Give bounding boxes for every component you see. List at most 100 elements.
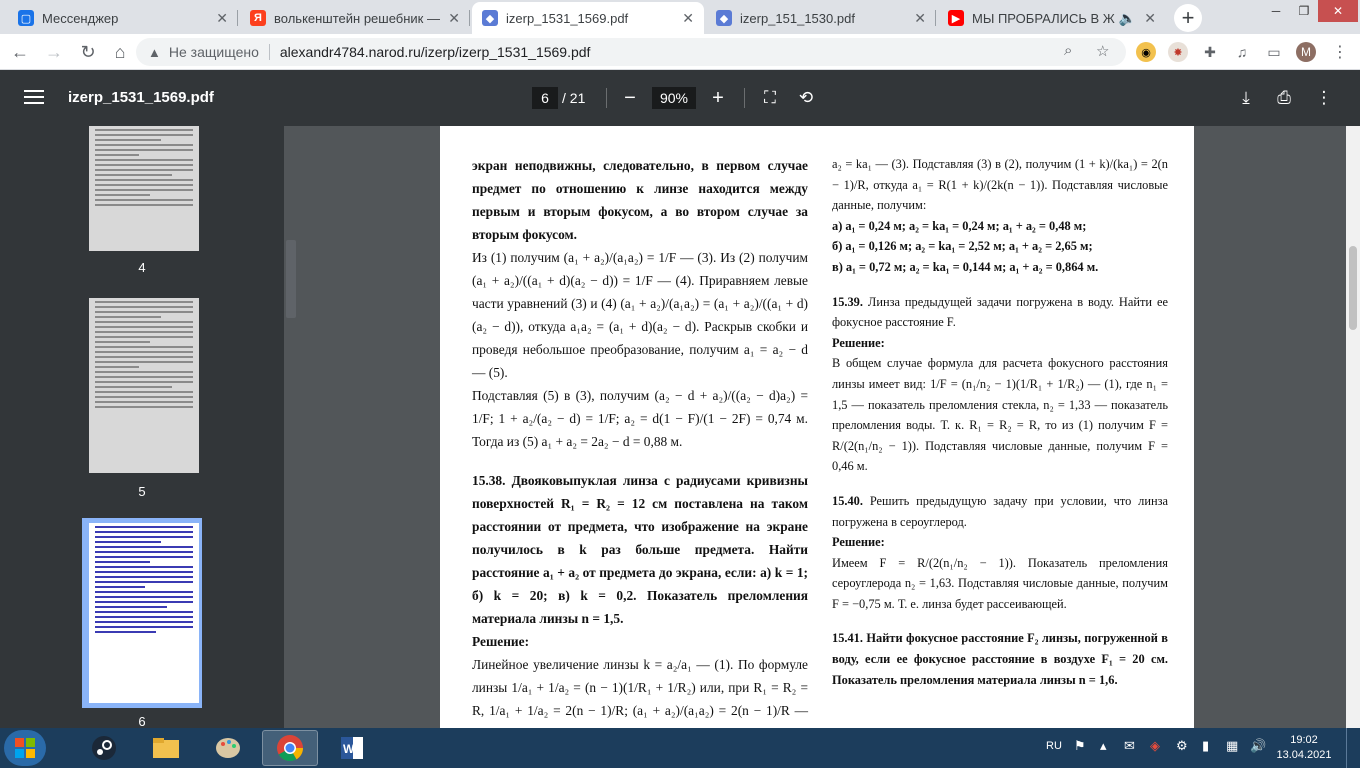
speaker-icon[interactable]: 🔈	[1119, 10, 1136, 27]
paint-app[interactable]	[200, 730, 256, 766]
browser-menu-icon[interactable]: ⋮	[1330, 42, 1350, 62]
extension-folder-icon[interactable]: ▭	[1264, 42, 1284, 62]
power-icon[interactable]: ▮	[1202, 738, 1209, 754]
back-button[interactable]: ←	[6, 38, 34, 66]
url-text[interactable]: alexandr4784.narod.ru/izerp/izerp_1531_1…	[280, 44, 591, 60]
language-indicator[interactable]: RU	[1046, 740, 1062, 752]
tray-expand-icon[interactable]: ▴	[1100, 738, 1107, 754]
sidebar-scrollbar[interactable]	[286, 240, 296, 318]
text-paragraph: Имеем F = R/(2(n₁/n₂ − 1)). Показатель п…	[832, 555, 1168, 611]
close-icon[interactable]: ✕	[914, 10, 926, 27]
text-paragraph: Из (1) получим (a₁ + a₂)/(a₁a₂) = 1/F — …	[472, 250, 808, 380]
profile-avatar[interactable]: M	[1296, 42, 1316, 62]
tab-youtube[interactable]: ▶ МЫ ПРОБРАЛИСЬ В ЖИЛОЙ 🔈 ✕	[938, 2, 1166, 34]
new-tab-button[interactable]: +	[1174, 4, 1202, 32]
page-thumbnail-6[interactable]	[89, 523, 199, 703]
svg-text:W: W	[343, 742, 355, 756]
page-thumbnail-4[interactable]	[89, 126, 199, 251]
thumbnail-sidebar: 4 5 6	[0, 126, 284, 728]
maximize-button[interactable]: ❐	[1290, 0, 1318, 22]
zoom-in-button[interactable]: +	[704, 84, 732, 112]
palette-icon	[216, 738, 240, 758]
problem-number: 15.41.	[832, 631, 863, 646]
problem-text: Двояковыпуклая линза с радиусами кривизн…	[472, 473, 808, 626]
pdf-more-icon[interactable]: ⋮	[1310, 84, 1338, 112]
yandex-icon: Я	[250, 10, 266, 26]
rotate-icon[interactable]: ⟲	[792, 84, 820, 112]
warning-icon[interactable]: ▲	[148, 45, 161, 60]
extension-owl-icon[interactable]: ◉	[1136, 42, 1156, 62]
viewer-scrollbar[interactable]	[1346, 126, 1360, 728]
text-paragraph: a₂ = ka₁ — (3). Подставляя (3) в (2), по…	[832, 157, 1168, 213]
thumbnail-label: 5	[138, 484, 146, 499]
tab-title: волькенштейн решебник — Яндекс	[274, 10, 440, 26]
steam-icon	[92, 736, 116, 760]
show-desktop-button[interactable]	[1346, 728, 1360, 768]
pdf-toolbar: izerp_1531_1569.pdf 6 / 21 − 90% + ⛶ ⟲ ⤓…	[0, 70, 1360, 126]
word-app[interactable]: W	[324, 730, 380, 766]
flag-icon[interactable]: ⚑	[1074, 738, 1086, 754]
tab-izerp-151[interactable]: ◆ izerp_151_1530.pdf ✕	[706, 2, 936, 34]
solution-heading: Решение:	[832, 335, 885, 350]
search-icon[interactable]: ⌕	[1064, 42, 1072, 59]
security-label[interactable]: Не защищено	[169, 44, 259, 60]
problem-text: Решить предыдущую задачу при условии, чт…	[832, 493, 1168, 529]
extension-bug-icon[interactable]: ✸	[1168, 42, 1188, 62]
minimize-button[interactable]: ─	[1262, 0, 1290, 22]
close-window-button[interactable]: ✕	[1318, 0, 1358, 22]
clock-date: 13.04.2021	[1276, 749, 1332, 761]
fit-page-icon[interactable]: ⛶	[756, 84, 784, 112]
close-icon[interactable]: ✕	[216, 10, 228, 27]
extension-puzzle-icon[interactable]: ✚	[1200, 42, 1220, 62]
file-explorer-app[interactable]	[138, 730, 194, 766]
antivirus-icon[interactable]: ◈	[1150, 738, 1160, 754]
steam-app[interactable]	[76, 730, 132, 766]
thumbnail-label: 6	[138, 714, 146, 728]
close-icon[interactable]: ✕	[1144, 10, 1156, 27]
tray-app-icon[interactable]: ✉	[1124, 738, 1135, 754]
forward-button[interactable]: →	[40, 38, 68, 66]
page-total: / 21	[562, 90, 586, 106]
pdf-page: экран неподвижны, следовательно, в перво…	[440, 126, 1194, 728]
tab-title: МЫ ПРОБРАЛИСЬ В ЖИЛОЙ	[972, 10, 1115, 26]
youtube-icon: ▶	[948, 10, 964, 26]
answer-line: а) a₁ = 0,24 м; a₂ = ka₁ = 0,24 м; a₁ + …	[832, 218, 1087, 233]
page-number-input[interactable]: 6	[532, 87, 558, 109]
address-bar[interactable]: ▲ Не защищено alexandr4784.narod.ru/izer…	[136, 38, 1126, 66]
system-clock[interactable]: 19:02 13.04.2021	[1276, 733, 1332, 763]
tab-messenger[interactable]: ▢ Мессенджер ✕	[8, 2, 238, 34]
star-icon[interactable]: ☆	[1096, 42, 1109, 60]
scrollbar-thumb[interactable]	[1349, 246, 1357, 330]
page-thumbnail-5[interactable]	[89, 298, 199, 473]
print-icon[interactable]: ⎙	[1270, 84, 1298, 112]
tray-gear-icon[interactable]: ⚙	[1176, 738, 1188, 754]
media-control-icon[interactable]: ♫	[1232, 42, 1252, 62]
tab-title: Мессенджер	[42, 10, 119, 26]
home-button[interactable]: ⌂	[106, 38, 134, 66]
pdf-icon: ◆	[716, 10, 732, 26]
reload-button[interactable]: ↻	[74, 38, 102, 66]
close-icon[interactable]: ✕	[682, 10, 694, 27]
tab-izerp-1531[interactable]: ◆ izerp_1531_1569.pdf ✕	[472, 2, 704, 34]
volume-icon[interactable]: 🔊	[1250, 738, 1266, 754]
problem-number: 15.39.	[832, 294, 863, 309]
zoom-out-button[interactable]: −	[616, 84, 644, 112]
problem-text: Найти фокусное расстояние F₂ линзы, погр…	[832, 631, 1168, 687]
chrome-app[interactable]	[262, 730, 318, 766]
menu-icon[interactable]	[24, 86, 44, 110]
zoom-input[interactable]: 90%	[652, 87, 696, 109]
network-icon[interactable]: ▦	[1226, 738, 1238, 754]
solution-heading: Решение:	[472, 634, 530, 649]
windows-logo-icon	[15, 738, 35, 758]
pdf-file-name: izerp_1531_1569.pdf	[68, 89, 214, 106]
folder-icon	[153, 738, 179, 758]
clock-time: 19:02	[1290, 734, 1318, 746]
start-button[interactable]	[4, 730, 46, 766]
download-icon[interactable]: ⤓	[1232, 84, 1260, 112]
page-column-right: a₂ = ka₁ — (3). Подставляя (3) в (2), по…	[832, 154, 1168, 690]
tab-yandex[interactable]: Я волькенштейн решебник — Яндекс ✕	[240, 2, 470, 34]
text-paragraph: В общем случае формула для расчета фокус…	[832, 356, 1168, 474]
close-icon[interactable]: ✕	[448, 10, 460, 27]
page-column-left: экран неподвижны, следовательно, в перво…	[472, 154, 808, 728]
text-paragraph: экран неподвижны, следовательно, в перво…	[472, 158, 808, 242]
